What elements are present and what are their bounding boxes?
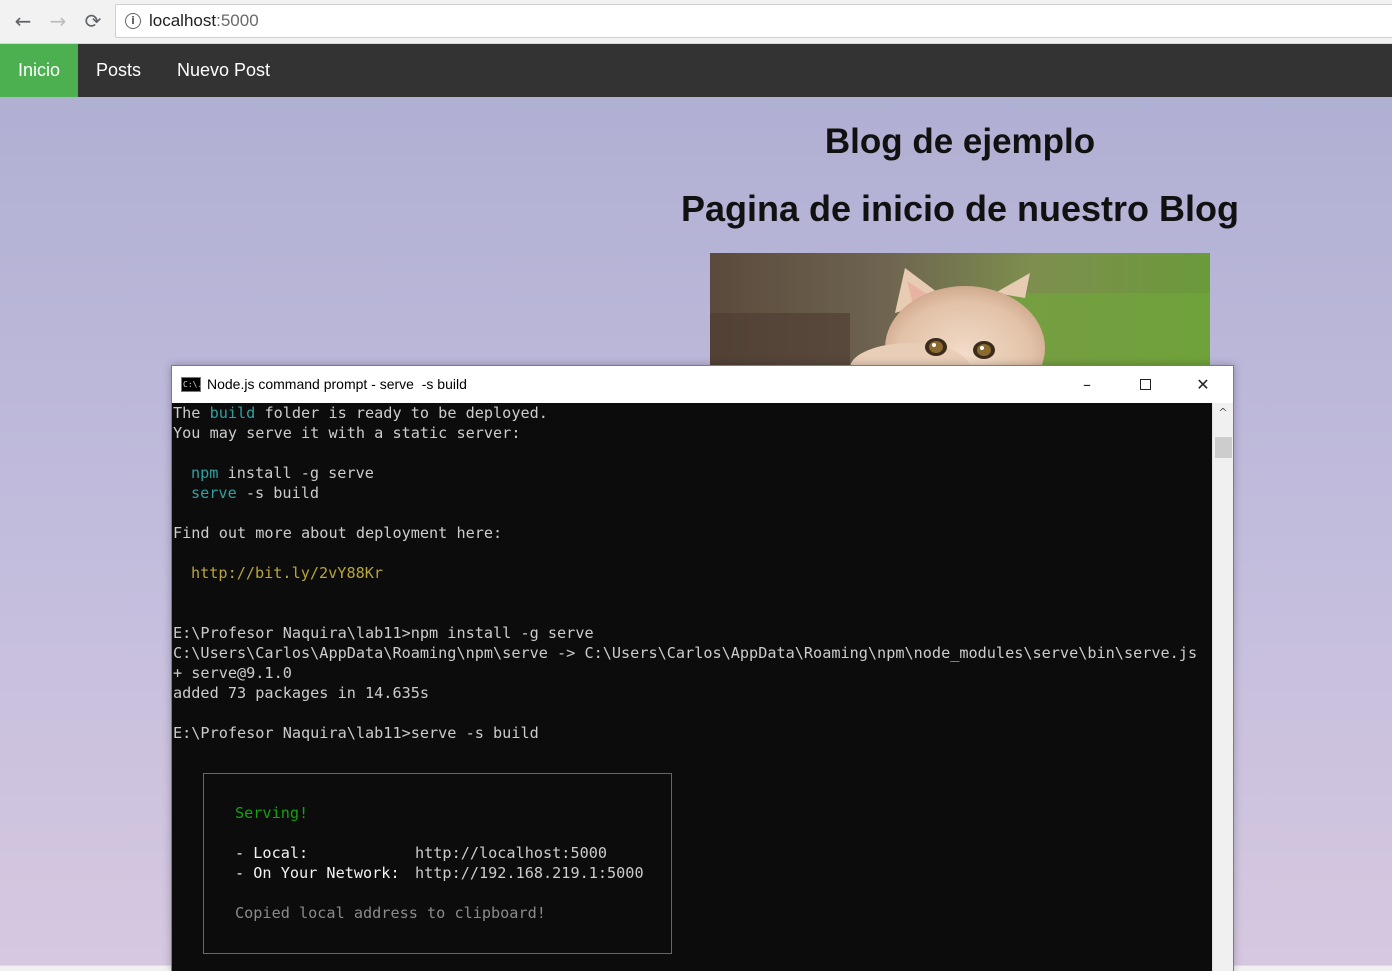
- console-text: npm: [191, 464, 219, 482]
- page-title: Blog de ejemplo: [824, 122, 1096, 161]
- console-text: serve: [191, 484, 237, 502]
- console-line: C:\Users\Carlos\AppData\Roaming\npm\serv…: [173, 644, 1198, 662]
- serving-status: Serving!: [235, 804, 309, 822]
- cmd-app-icon: C:\.: [181, 377, 202, 392]
- console-scrollbar[interactable]: ^: [1212, 403, 1233, 971]
- console-text: folder is ready to be deployed.: [255, 404, 548, 422]
- console-line: E:\Profesor Naquira\lab11>serve -s build: [173, 724, 539, 742]
- local-url: http://localhost:5000: [415, 844, 608, 862]
- back-arrow-icon[interactable]: ←: [10, 8, 36, 34]
- local-label: - Local:: [235, 844, 309, 862]
- console-line: You may serve it with a static server:: [173, 424, 521, 442]
- page-subtitle: Pagina de inicio de nuestro Blog: [680, 188, 1240, 229]
- url-host: localhost: [149, 11, 217, 30]
- url-port: :5000: [216, 11, 259, 30]
- close-button[interactable]: ✕: [1174, 366, 1232, 403]
- maximize-icon: [1139, 378, 1151, 390]
- nav-link-nuevo-post[interactable]: Nuevo Post: [159, 44, 288, 97]
- console-line: serve -s build: [191, 483, 319, 503]
- window-titlebar[interactable]: C:\. Node.js command prompt - serve -s b…: [172, 366, 1233, 403]
- console-output[interactable]: The build folder is ready to be deployed…: [172, 403, 1212, 971]
- browser-toolbar: ← → ⟳ i localhost:5000: [0, 0, 1392, 44]
- command-prompt-window[interactable]: C:\. Node.js command prompt - serve -s b…: [171, 365, 1234, 971]
- nav-link-posts[interactable]: Posts: [78, 44, 159, 97]
- scroll-up-arrow-icon[interactable]: ^: [1213, 403, 1233, 423]
- site-navbar: Inicio Posts Nuevo Post: [0, 44, 1392, 97]
- network-label: - On Your Network:: [235, 864, 400, 882]
- console-line: added 73 packages in 14.635s: [173, 684, 430, 702]
- console-line: http://bit.ly/2vY88Kr: [191, 564, 384, 582]
- scroll-thumb[interactable]: [1215, 437, 1232, 458]
- console-line: E:\Profesor Naquira\lab11>npm install -g…: [173, 624, 594, 642]
- console-line: + serve@9.1.0: [173, 664, 292, 682]
- nav-link-inicio[interactable]: Inicio: [0, 44, 79, 97]
- maximize-button[interactable]: [1116, 366, 1174, 403]
- console-text: -s build: [236, 484, 320, 502]
- address-bar[interactable]: i localhost:5000: [115, 4, 1392, 38]
- window-title: Node.js command prompt - serve -s build: [207, 376, 467, 392]
- forward-arrow-icon[interactable]: →: [45, 8, 71, 34]
- console-text: install -g serve: [218, 464, 374, 482]
- minimize-button[interactable]: –: [1058, 366, 1116, 403]
- console-text: The: [173, 404, 210, 422]
- site-info-icon[interactable]: i: [125, 13, 141, 29]
- clipboard-message: Copied local address to clipboard!: [235, 904, 546, 922]
- console-text: build: [209, 404, 256, 422]
- network-url: http://192.168.219.1:5000: [415, 864, 644, 882]
- reload-icon[interactable]: ⟳: [80, 8, 106, 34]
- console-line: The build folder is ready to be deployed…: [173, 403, 548, 423]
- url-text[interactable]: localhost:5000: [149, 11, 259, 31]
- console-line: Find out more about deployment here:: [173, 524, 503, 542]
- kitten-image: [710, 253, 1210, 368]
- console-line: npm install -g serve: [191, 463, 374, 483]
- kitten-photo: [710, 253, 1210, 368]
